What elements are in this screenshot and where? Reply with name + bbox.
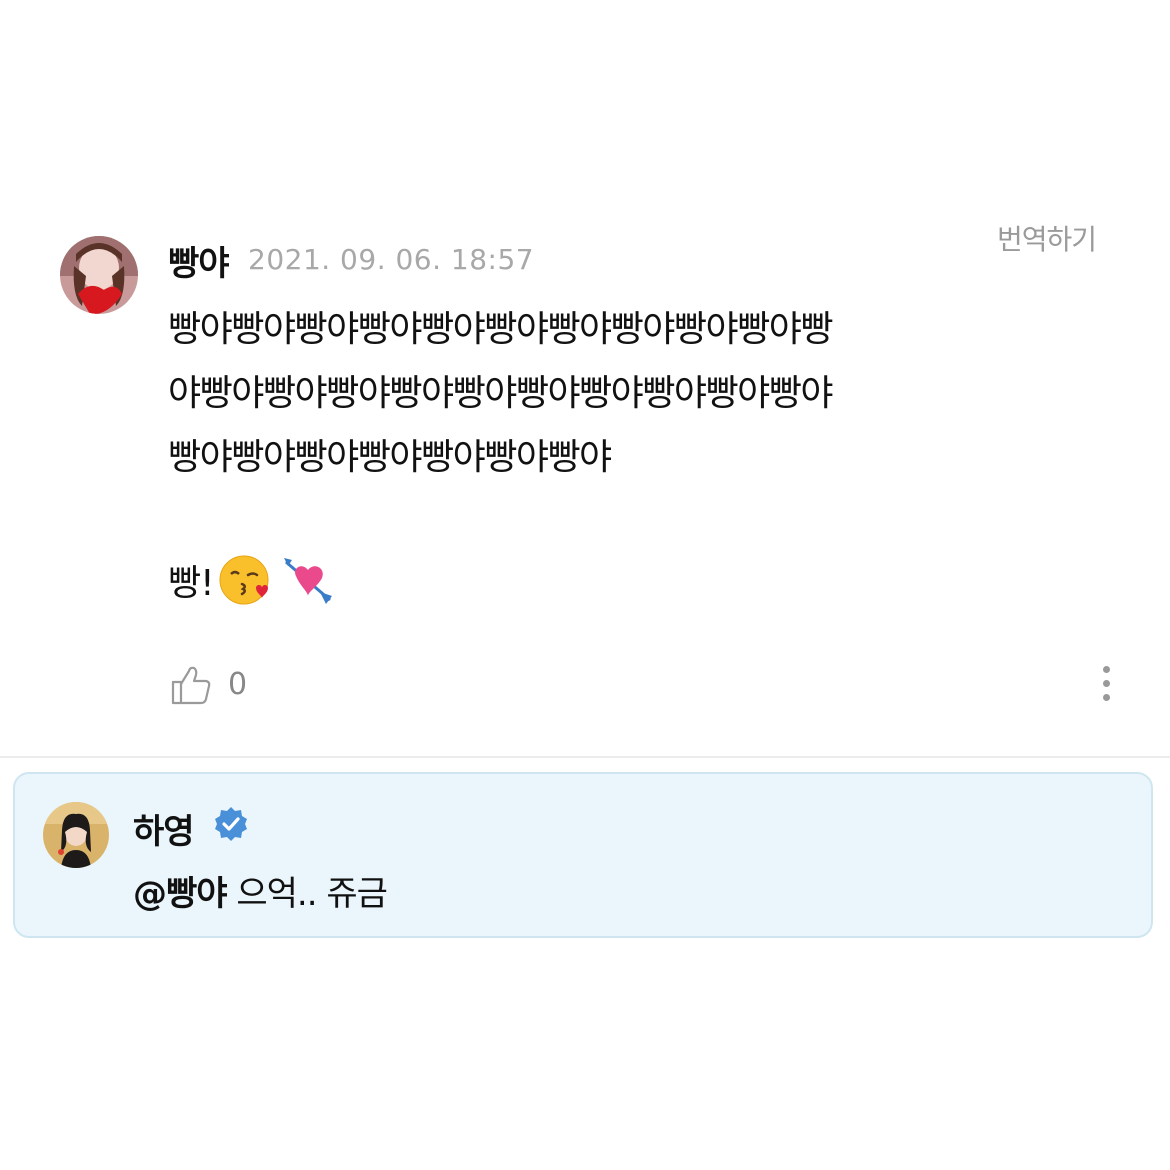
vertical-ellipsis-icon[interactable] — [1098, 666, 1114, 708]
reply-mention[interactable]: @빵야 — [133, 874, 228, 914]
dot — [1102, 694, 1110, 701]
verified-badge-icon — [213, 806, 249, 842]
dot — [1102, 666, 1110, 673]
dot — [1102, 680, 1110, 687]
kissing-face-with-heart-emoji — [218, 554, 270, 606]
like-count: 0 — [228, 667, 248, 702]
comment-body-line: 야빵야빵야빵야빵야빵야빵야빵야빵야빵야빵야 — [168, 373, 834, 414]
comment-body-line: 빵야빵야빵야빵야빵야빵야빵야 — [168, 437, 612, 478]
comment-username[interactable]: 빵야 — [168, 236, 230, 285]
reply-avatar-image — [43, 802, 109, 868]
comment-exclaim-text: 빵! — [168, 563, 215, 604]
divider — [0, 756, 1170, 758]
translate-button[interactable]: 번역하기 — [997, 218, 1097, 258]
reply-message: 으억.. 쥬금 — [226, 874, 388, 914]
comment-timestamp: 2021. 09. 06. 18:57 — [248, 243, 535, 276]
avatar[interactable] — [60, 236, 138, 314]
reply-username[interactable]: 하영 — [133, 804, 195, 853]
heart-with-arrow-emoji — [282, 554, 334, 606]
comment-page: 빵야 2021. 09. 06. 18:57 번역하기 빵야빵야빵야빵야빵야빵야… — [0, 0, 1170, 1170]
reply-card: 하영 @빵야 으억.. 쥬금 — [13, 772, 1153, 938]
comment-exclaim-line: 빵! — [168, 550, 334, 610]
reply-avatar[interactable] — [43, 802, 109, 868]
comment-body-line: 빵야빵야빵야빵야빵야빵야빵야빵야빵야빵야빵 — [168, 309, 834, 350]
avatar-image — [60, 236, 138, 314]
reply-text: @빵야 으억.. 쥬금 — [133, 866, 388, 915]
comment-body: 빵야빵야빵야빵야빵야빵야빵야빵야빵야빵야빵 야빵야빵야빵야빵야빵야빵야빵야빵야빵… — [168, 298, 948, 490]
thumbs-up-icon[interactable] — [170, 664, 212, 706]
